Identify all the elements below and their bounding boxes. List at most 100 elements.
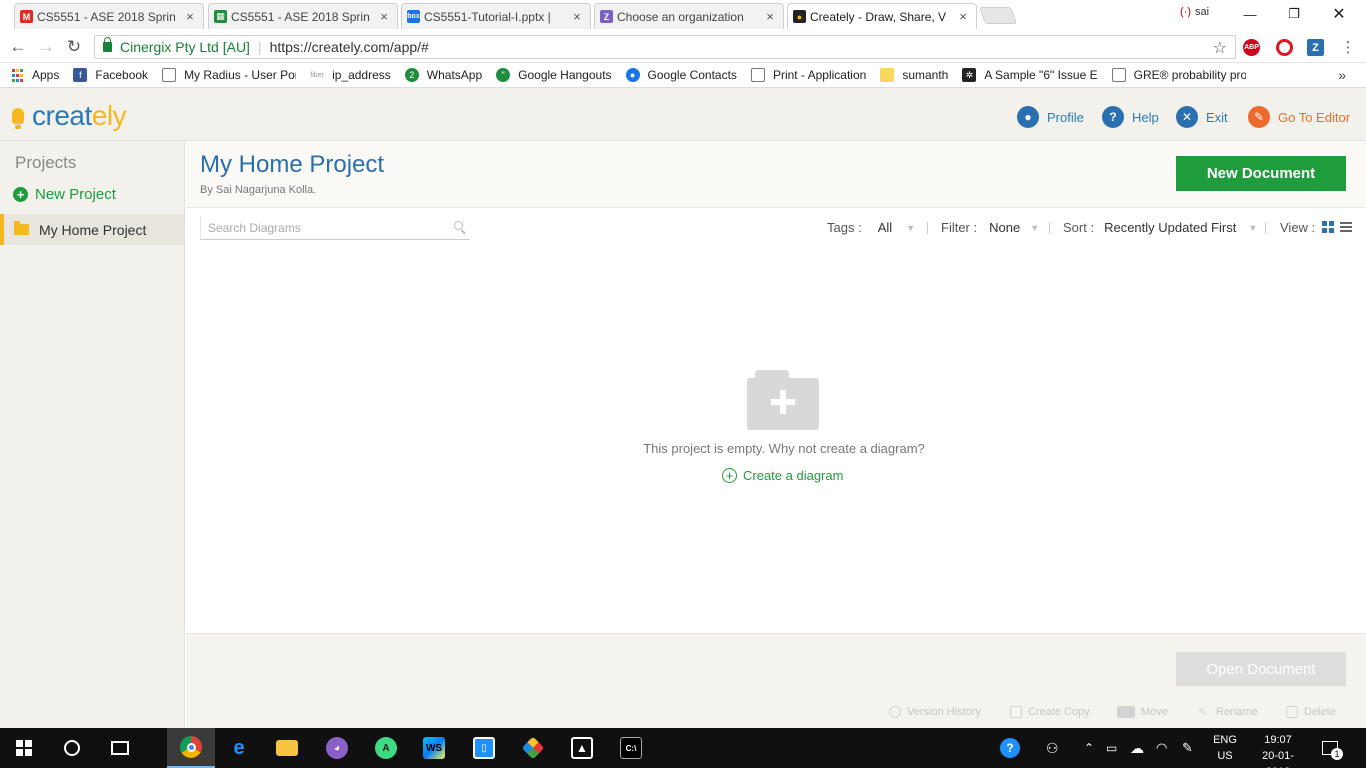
action-center-icon[interactable]: 1: [1322, 728, 1343, 768]
delete-button[interactable]: Delete: [1286, 706, 1336, 718]
rename-button[interactable]: ✎ Rename: [1198, 706, 1258, 719]
close-icon[interactable]: ×: [763, 9, 777, 24]
browser-profile-chip[interactable]: (·) sai: [1180, 6, 1209, 18]
new-tab-button[interactable]: [978, 7, 1018, 24]
minimize-icon[interactable]: —: [1228, 0, 1272, 28]
sidebar-item-label: My Home Project: [39, 221, 147, 238]
bookmark-google-contacts[interactable]: ● Google Contacts: [625, 68, 737, 82]
taskbar-edge[interactable]: e: [215, 728, 263, 768]
back-arrow-icon[interactable]: ←: [8, 37, 28, 57]
wifi-icon[interactable]: ◠: [1156, 728, 1167, 768]
opera-icon[interactable]: O: [1276, 39, 1293, 56]
start-button[interactable]: [0, 728, 48, 768]
bookmark-ip-address[interactable]: fiber ip_address: [310, 68, 391, 82]
taskbar-file-explorer[interactable]: [263, 728, 311, 768]
profile-label: Profile: [1047, 109, 1084, 125]
bookmark-gre-probability[interactable]: GRE® probability pro: [1111, 68, 1246, 82]
version-history-button[interactable]: Version History: [889, 706, 981, 718]
search-input[interactable]: Search Diagrams: [200, 216, 470, 240]
go-to-editor-link[interactable]: ✎ Go To Editor: [1248, 106, 1350, 128]
search-icon[interactable]: [454, 221, 463, 230]
system-clock[interactable]: 19:07 20-01-2018: [1256, 732, 1300, 768]
taskbar-webstorm[interactable]: WS: [410, 728, 458, 768]
sidebar-item-my-home-project[interactable]: My Home Project: [0, 214, 184, 245]
bookmark-my-radius[interactable]: My Radius - User Port: [162, 68, 296, 82]
browser-tab-zoho[interactable]: Z Choose an organization ×: [594, 3, 784, 29]
close-icon[interactable]: ×: [956, 9, 970, 24]
browser-menu-icon[interactable]: ⋮: [1338, 37, 1358, 57]
tags-label: Tags :: [827, 220, 862, 235]
pen-icon[interactable]: ✎: [1182, 728, 1193, 768]
browser-tab-box[interactable]: box CS5551-Tutorial-I.pptx | ×: [401, 3, 591, 29]
creately-logo[interactable]: creat ely: [12, 100, 127, 132]
folder-icon: [276, 740, 298, 756]
zoho-extension-icon[interactable]: Z: [1307, 39, 1324, 56]
new-project-button[interactable]: + New Project: [13, 186, 116, 203]
taskbar-android-studio[interactable]: A: [362, 728, 410, 768]
close-icon[interactable]: ×: [570, 9, 584, 24]
close-icon[interactable]: ×: [183, 9, 197, 24]
new-document-button[interactable]: New Document: [1176, 156, 1346, 191]
profile-link[interactable]: ● Profile: [1017, 106, 1084, 128]
language-indicator[interactable]: ENG US: [1210, 732, 1240, 764]
help-link[interactable]: ? Help: [1102, 106, 1159, 128]
people-icon[interactable]: ⚇: [1046, 728, 1059, 768]
open-document-button[interactable]: Open Document: [1176, 652, 1346, 686]
cortana-button[interactable]: [48, 728, 96, 768]
sidebar-title: Projects: [15, 153, 77, 172]
bookmark-apps[interactable]: Apps: [10, 68, 59, 82]
onedrive-cloud-icon[interactable]: ☁: [1130, 728, 1144, 768]
taskbar-chrome[interactable]: [167, 728, 215, 768]
lock-icon: [103, 37, 112, 52]
bookmark-google-hangouts[interactable]: " Google Hangouts: [496, 68, 612, 82]
restore-icon[interactable]: ❐: [1272, 0, 1316, 28]
tab-label: CS5551 - ASE 2018 Sprin: [37, 9, 176, 24]
browser-tab-sheets[interactable]: ▦ CS5551 - ASE 2018 Sprin ×: [208, 3, 398, 29]
bookmark-sample-issue[interactable]: ✲ A Sample "6" Issue E: [962, 68, 1098, 82]
taskbar-terminal[interactable]: C:\: [607, 728, 655, 768]
page-title: My Home Project: [200, 151, 385, 178]
bookmark-label: A Sample "6" Issue E: [984, 68, 1098, 82]
bookmark-print-application[interactable]: Print - Application: [750, 68, 866, 82]
move-button[interactable]: Move: [1117, 706, 1168, 718]
sort-value: Recently Updated First: [1104, 220, 1237, 235]
tags-filter[interactable]: Tags : All ▼: [827, 220, 915, 235]
bookmark-label: Google Contacts: [647, 68, 737, 82]
bookmark-facebook[interactable]: f Facebook: [73, 68, 148, 82]
close-icon[interactable]: ×: [377, 9, 391, 24]
adblock-icon[interactable]: ABP: [1243, 39, 1260, 56]
chevron-up-icon[interactable]: ⌃: [1084, 728, 1094, 768]
browser-tab-gmail[interactable]: M CS5551 - ASE 2018 Sprin ×: [14, 3, 204, 29]
empty-message: This project is empty. Why not create a …: [643, 441, 925, 456]
taskbar-github-desktop[interactable]: ◕: [313, 728, 361, 768]
exit-link[interactable]: ✕ Exit: [1176, 106, 1228, 128]
browser-tab-creately[interactable]: ● Creately - Draw, Share, V ×: [787, 3, 977, 29]
create-copy-button[interactable]: Create Copy: [1010, 706, 1090, 718]
list-view-icon[interactable]: [1340, 221, 1352, 233]
logo-accent-text: ely: [91, 100, 127, 131]
forward-arrow-icon[interactable]: →: [36, 37, 56, 57]
grid-view-icon[interactable]: [1322, 221, 1334, 233]
taskbar-git[interactable]: [509, 728, 557, 768]
clock-icon: [889, 706, 901, 718]
notification-count: 1: [1331, 748, 1343, 760]
webstorm-icon: WS: [423, 737, 445, 759]
bookmark-star-icon[interactable]: ☆: [1213, 38, 1227, 58]
battery-icon[interactable]: ▭: [1106, 728, 1117, 768]
taskbar-photos[interactable]: ▲: [558, 728, 606, 768]
address-bar[interactable]: Cinergix Pty Ltd [AU] | https://creately…: [94, 35, 1236, 59]
create-diagram-link[interactable]: + Create a diagram: [722, 468, 843, 483]
task-view-button[interactable]: [96, 728, 144, 768]
bookmark-sumanth[interactable]: sumanth: [880, 68, 948, 82]
folder-add-icon: [747, 370, 819, 430]
reload-icon[interactable]: ↻: [64, 37, 84, 57]
bookmark-whatsapp[interactable]: 2 WhatsApp: [404, 68, 482, 82]
filter-dropdown[interactable]: Filter : None ▼: [941, 220, 1039, 235]
taskbar-app[interactable]: ▯: [460, 728, 508, 768]
pencil-icon: ✎: [1198, 707, 1208, 719]
help-tray-icon[interactable]: ?: [1000, 728, 1020, 768]
sort-dropdown[interactable]: Sort : Recently Updated First ▼: [1063, 220, 1257, 235]
close-window-icon[interactable]: ✕: [1316, 0, 1362, 28]
edit-icon: ✎: [1248, 106, 1270, 128]
chevron-right-icon[interactable]: »: [1338, 67, 1346, 83]
